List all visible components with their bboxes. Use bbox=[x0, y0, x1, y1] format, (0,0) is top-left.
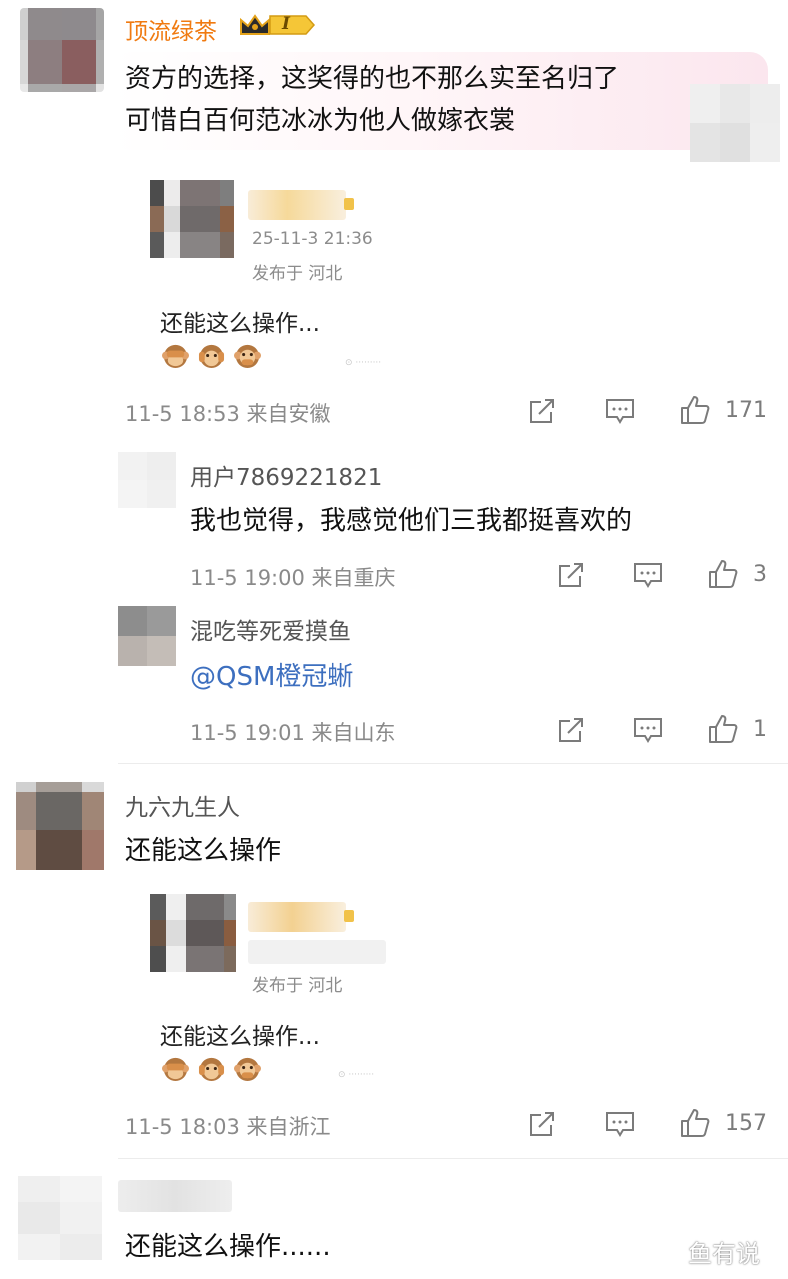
like-button[interactable]: 157 bbox=[679, 1107, 767, 1139]
like-button[interactable]: 3 bbox=[707, 558, 767, 590]
comment-icon bbox=[634, 563, 662, 588]
quoted-date: 25-11-3 21:36 bbox=[252, 229, 373, 249]
quoted-text: 还能这么操作... bbox=[160, 311, 320, 337]
blurred-date bbox=[248, 940, 386, 964]
speak-no-evil-monkey-icon bbox=[234, 1057, 261, 1082]
thumbs-up-icon bbox=[681, 1109, 710, 1137]
quoted-location: 发布于 河北 bbox=[252, 264, 343, 284]
share-button[interactable] bbox=[527, 1109, 557, 1139]
quoted-location: 发布于 河北 bbox=[252, 976, 343, 996]
thumbs-up-icon bbox=[681, 396, 710, 424]
reply-avatar[interactable] bbox=[118, 606, 176, 666]
share-icon bbox=[530, 1112, 554, 1136]
mention-link[interactable]: @QSM橙冠蜥 bbox=[190, 656, 353, 693]
hear-no-evil-monkey-icon bbox=[198, 1057, 225, 1082]
like-button[interactable]: 171 bbox=[679, 394, 767, 426]
username[interactable]: 九六九生人 bbox=[125, 788, 240, 822]
quoted-avatar bbox=[150, 894, 236, 972]
comment-icon bbox=[634, 718, 662, 743]
reply-timestamp: 11-5 19:01 来自山东 bbox=[190, 721, 396, 745]
comment-text: 还能这么操作 bbox=[125, 836, 282, 866]
share-icon bbox=[559, 718, 583, 742]
vip-badge[interactable]: I bbox=[268, 14, 316, 36]
monkey-emoji-row bbox=[162, 1055, 261, 1082]
reply-username[interactable]: 混吃等死爱摸鱼 bbox=[190, 612, 351, 646]
blurred-username bbox=[248, 190, 346, 220]
thumbs-up-icon bbox=[709, 715, 738, 743]
quoted-watermark: ⊙ ········· bbox=[345, 358, 382, 368]
share-button[interactable] bbox=[527, 396, 557, 426]
share-icon bbox=[559, 563, 583, 587]
reply-text: 我也觉得，我感觉他们三我都挺喜欢的 bbox=[190, 506, 633, 536]
crown-icon-small bbox=[344, 910, 354, 922]
blurred-username bbox=[248, 902, 346, 932]
like-count: 3 bbox=[753, 561, 767, 587]
quoted-text: 还能这么操作... bbox=[160, 1024, 320, 1050]
thumbs-up-icon bbox=[709, 560, 738, 588]
crown-icon bbox=[238, 12, 272, 38]
like-count: 1 bbox=[753, 716, 767, 742]
reply-timestamp: 11-5 19:00 来自重庆 bbox=[190, 566, 396, 590]
speak-no-evil-monkey-icon bbox=[234, 344, 261, 369]
blurred-username bbox=[118, 1180, 232, 1212]
hear-no-evil-monkey-icon bbox=[198, 344, 225, 369]
reply-avatar[interactable] bbox=[118, 452, 176, 508]
comment-text-line-2: 可惜白百何范冰冰为他人做嫁衣裳 bbox=[125, 106, 516, 136]
comment-text: 还能这么操作...... bbox=[125, 1232, 331, 1262]
blurred-decoration bbox=[690, 84, 780, 162]
reply-username[interactable]: 用户7869221821 bbox=[190, 458, 382, 492]
reply-button[interactable] bbox=[632, 560, 664, 590]
source-watermark: 鱼有说 bbox=[688, 1240, 760, 1268]
crown-icon-small bbox=[344, 198, 354, 210]
quoted-watermark: ⊙ ········· bbox=[338, 1070, 375, 1080]
see-no-evil-monkey-icon bbox=[162, 344, 189, 369]
divider bbox=[118, 1158, 788, 1159]
monkey-emoji-row bbox=[162, 342, 261, 369]
avatar[interactable] bbox=[18, 1176, 102, 1260]
comment-timestamp: 11-5 18:53 来自安徽 bbox=[125, 402, 331, 426]
comment-icon bbox=[606, 1112, 634, 1137]
quoted-avatar bbox=[150, 180, 234, 258]
comment-text-line-1: 资方的选择，这奖得的也不那么实至名归了 bbox=[125, 64, 620, 94]
comment-timestamp: 11-5 18:03 来自浙江 bbox=[125, 1115, 331, 1139]
username[interactable]: 顶流绿茶 bbox=[125, 12, 217, 46]
share-button[interactable] bbox=[556, 715, 586, 745]
vip-level: I bbox=[282, 14, 290, 34]
share-icon bbox=[530, 399, 554, 423]
avatar[interactable] bbox=[16, 782, 104, 870]
like-button[interactable]: 1 bbox=[707, 713, 767, 745]
share-button[interactable] bbox=[556, 560, 586, 590]
comment-icon bbox=[606, 399, 634, 424]
reply-button[interactable] bbox=[604, 396, 636, 426]
see-no-evil-monkey-icon bbox=[162, 1057, 189, 1082]
reply-button[interactable] bbox=[632, 715, 664, 745]
avatar[interactable] bbox=[20, 8, 104, 92]
like-count: 157 bbox=[725, 1110, 767, 1136]
reply-button[interactable] bbox=[604, 1109, 636, 1139]
like-count: 171 bbox=[725, 397, 767, 423]
divider bbox=[118, 763, 788, 764]
